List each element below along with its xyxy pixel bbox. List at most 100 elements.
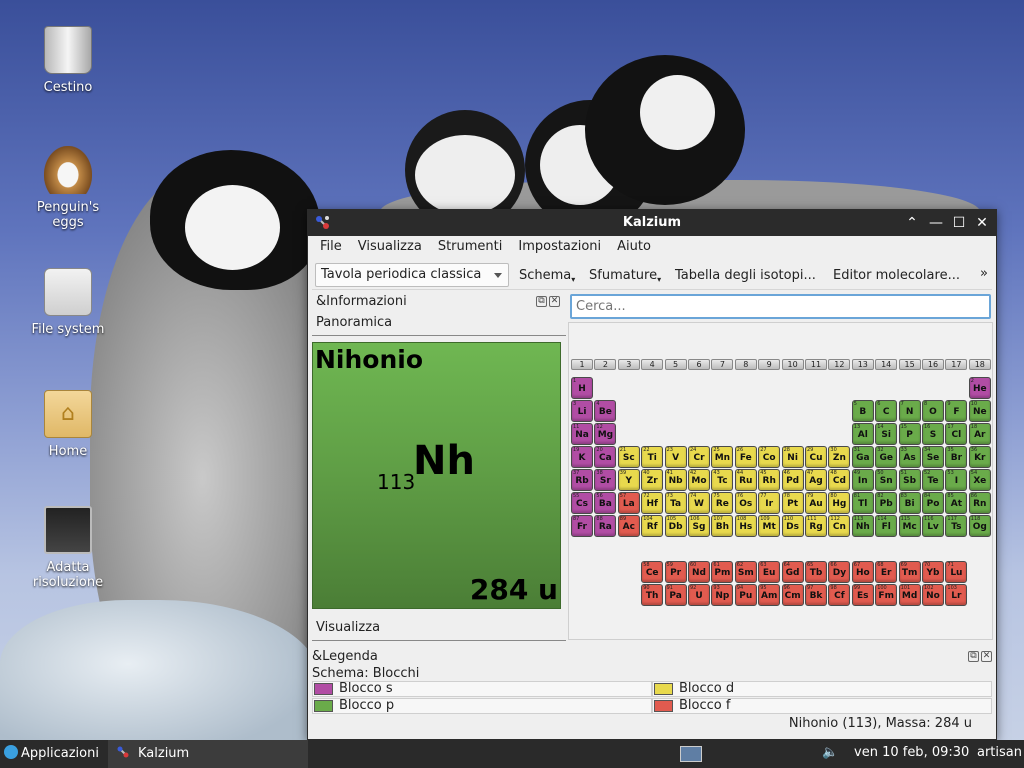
table-type-select[interactable]: Tavola periodica classica <box>315 263 509 287</box>
element-cell-cf[interactable]: 98 Cf <box>828 584 851 606</box>
desktop-icon-trash[interactable]: Cestino <box>20 26 116 95</box>
element-cell-ts[interactable]: 117 Ts <box>945 515 968 537</box>
molecular-editor-button[interactable]: Editor molecolare... <box>833 268 960 283</box>
element-cell-no[interactable]: 102 No <box>922 584 944 606</box>
atomic-number: 16 <box>924 424 931 430</box>
element-cell-nh[interactable]: 113 Nh <box>851 515 874 537</box>
group-header[interactable]: 17 <box>945 359 968 370</box>
window-titlebar[interactable]: Kalzium ⌃ — ☐ ✕ <box>308 210 996 236</box>
group-header[interactable]: 13 <box>851 359 874 370</box>
element-cell-es[interactable]: 99 Es <box>851 584 874 606</box>
element-cell-mt[interactable]: 109 Mt <box>758 515 781 537</box>
close-button[interactable]: ✕ <box>972 213 992 233</box>
element-cell-am[interactable]: 95 Am <box>758 584 781 606</box>
element-symbol: B <box>859 407 867 417</box>
desktop-icon-file-system[interactable]: File system <box>20 268 116 337</box>
volume-icon[interactable]: 🔈 <box>822 745 838 760</box>
group-header[interactable]: 3 <box>617 359 640 370</box>
shade-button[interactable]: ⌃ <box>902 213 922 233</box>
atomic-number: 59 <box>666 562 673 568</box>
group-header[interactable]: 15 <box>898 359 921 370</box>
element-cell-lv[interactable]: 116 Lv <box>922 515 944 537</box>
group-header[interactable]: 16 <box>922 359 944 370</box>
element-cell-rf[interactable]: 104 Rf <box>641 515 664 537</box>
element-cell-th[interactable]: 90 Th <box>641 584 664 606</box>
element-cell-bh[interactable]: 107 Bh <box>711 515 734 537</box>
atomic-number: 23 <box>666 447 673 453</box>
show-desktop-icon[interactable] <box>680 746 702 762</box>
menu-settings[interactable]: Impostazioni <box>510 236 609 258</box>
tab-overview[interactable]: Panoramica <box>312 312 566 336</box>
legend-label: Blocco f <box>679 698 731 713</box>
element-cell-cn[interactable]: 112 Cn <box>828 515 851 537</box>
desktop-icon-penguins-eggs[interactable]: Penguin's eggs <box>20 146 116 230</box>
search-field[interactable] <box>570 294 991 319</box>
group-header[interactable]: 11 <box>805 359 827 370</box>
group-header[interactable]: 14 <box>875 359 898 370</box>
atomic-number: 7 <box>900 401 904 407</box>
element-cell-fr[interactable]: 87 Fr <box>571 515 593 537</box>
float-dock-icon[interactable]: ⧉ <box>536 296 547 307</box>
element-cell-mc[interactable]: 115 Mc <box>898 515 921 537</box>
clock[interactable]: ven 10 feb, 09:30 <box>854 745 969 760</box>
element-cell-rg[interactable]: 111 Rg <box>805 515 827 537</box>
atomic-number: 86 <box>970 493 978 499</box>
group-header[interactable]: 12 <box>828 359 851 370</box>
element-cell-og[interactable]: 118 Og <box>968 515 991 537</box>
atomic-number: 17 <box>947 424 954 430</box>
element-cell-sg[interactable]: 106 Sg <box>688 515 710 537</box>
atomic-number: 61 <box>713 562 720 568</box>
toolbar-overflow-button[interactable]: » <box>980 266 988 281</box>
element-cell-fl[interactable]: 114 Fl <box>875 515 898 537</box>
group-header[interactable]: 6 <box>688 359 710 370</box>
element-cell-pu[interactable]: 94 Pu <box>734 584 757 606</box>
group-header[interactable]: 18 <box>968 359 991 370</box>
element-cell-ac[interactable]: 89 Ac <box>617 515 640 537</box>
info-dock-title: &Informazioni <box>316 294 407 309</box>
desktop-icon-home[interactable]: Home <box>20 390 116 459</box>
group-header[interactable]: 1 <box>571 359 593 370</box>
group-header[interactable]: 2 <box>594 359 617 370</box>
menu-tools[interactable]: Strumenti <box>430 236 511 258</box>
float-dock-icon[interactable]: ⧉ <box>968 651 979 662</box>
element-cell-bk[interactable]: 97 Bk <box>805 584 827 606</box>
element-cell-cm[interactable]: 96 Cm <box>781 584 804 606</box>
tab-view[interactable]: Visualizza <box>312 617 566 641</box>
element-cell-pa[interactable]: 91 Pa <box>664 584 687 606</box>
element-cell-md[interactable]: 101 Md <box>898 584 921 606</box>
gradients-button[interactable]: Sfumature▾ <box>589 268 661 284</box>
atomic-number: 60 <box>690 562 697 568</box>
search-input[interactable] <box>576 299 985 314</box>
group-header[interactable]: 4 <box>641 359 664 370</box>
element-cell-ds[interactable]: 110 Ds <box>781 515 804 537</box>
menu-help[interactable]: Aiuto <box>609 236 659 258</box>
minimize-button[interactable]: — <box>926 213 946 233</box>
legend-dock-controls: ⧉ ✕ <box>966 650 992 662</box>
group-header[interactable]: 8 <box>734 359 757 370</box>
element-cell-hs[interactable]: 108 Hs <box>734 515 757 537</box>
group-header[interactable]: 10 <box>781 359 804 370</box>
maximize-button[interactable]: ☐ <box>949 213 969 233</box>
atomic-number: 113 <box>853 516 864 522</box>
element-cell-lr[interactable]: 103 Lr <box>945 584 968 606</box>
group-header[interactable]: 5 <box>664 359 687 370</box>
group-header[interactable]: 9 <box>758 359 781 370</box>
schema-button[interactable]: Schema▾ <box>519 268 575 284</box>
desktop-icon-adjust-resolution[interactable]: Adatta risoluzione <box>20 506 116 590</box>
element-cell-np[interactable]: 93 Np <box>711 584 734 606</box>
element-cell-db[interactable]: 105 Db <box>664 515 687 537</box>
element-cell-u[interactable]: 92 U <box>688 584 710 606</box>
drive-icon <box>44 268 92 316</box>
menu-view[interactable]: Visualizza <box>350 236 430 258</box>
element-cell-ra[interactable]: 88 Ra <box>594 515 617 537</box>
atomic-number: 6 <box>877 401 881 407</box>
applications-menu-button[interactable]: Applicazioni <box>4 745 99 761</box>
close-dock-icon[interactable]: ✕ <box>981 651 992 662</box>
menu-file[interactable]: File <box>312 236 350 258</box>
isotope-table-button[interactable]: Tabella degli isotopi... <box>675 268 816 283</box>
element-cell-fm[interactable]: 100 Fm <box>875 584 898 606</box>
group-header[interactable]: 7 <box>711 359 734 370</box>
atomic-number: 51 <box>900 470 907 476</box>
close-dock-icon[interactable]: ✕ <box>549 296 560 307</box>
taskbar-window-kalzium[interactable]: Kalzium <box>108 740 308 768</box>
